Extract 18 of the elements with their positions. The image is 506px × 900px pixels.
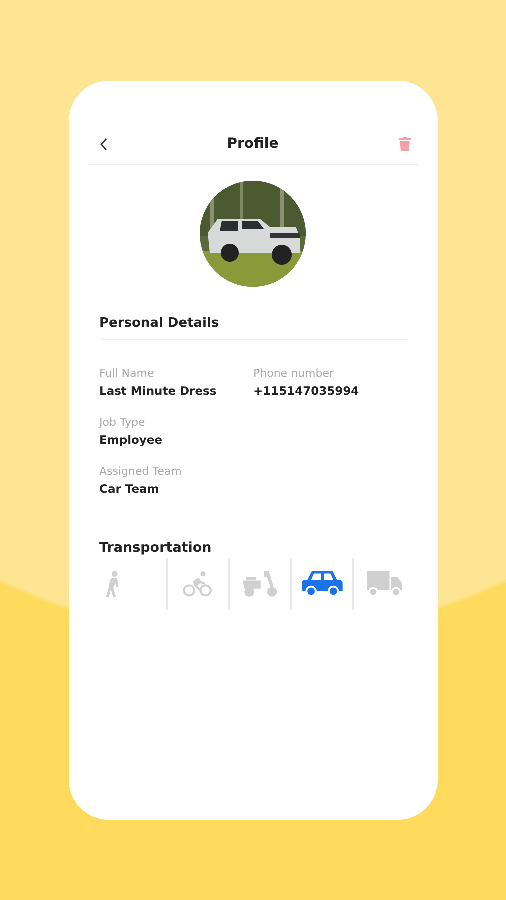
- field-label: Assigned Team: [100, 465, 183, 478]
- trash-icon: [398, 137, 410, 151]
- walking-person-icon: [106, 571, 119, 597]
- field-label: Job Type: [100, 416, 146, 429]
- truck-icon: [366, 571, 402, 597]
- screen-title: Profile: [226, 136, 280, 152]
- section-title: Personal Details: [100, 316, 406, 340]
- field-value: Car Team: [100, 482, 160, 496]
- field-label: Phone number: [254, 367, 336, 380]
- section-title: Transportation: [100, 540, 213, 556]
- field-value: Last Minute Dress: [100, 384, 218, 398]
- chevron-left-icon: [100, 138, 108, 150]
- scooter-icon: [242, 571, 278, 597]
- car-icon: [302, 571, 343, 597]
- field-value: Employee: [100, 433, 164, 447]
- field-value: +115147035994: [254, 384, 360, 398]
- field-label: Full Name: [100, 367, 156, 380]
- cyclist-icon: [183, 571, 212, 597]
